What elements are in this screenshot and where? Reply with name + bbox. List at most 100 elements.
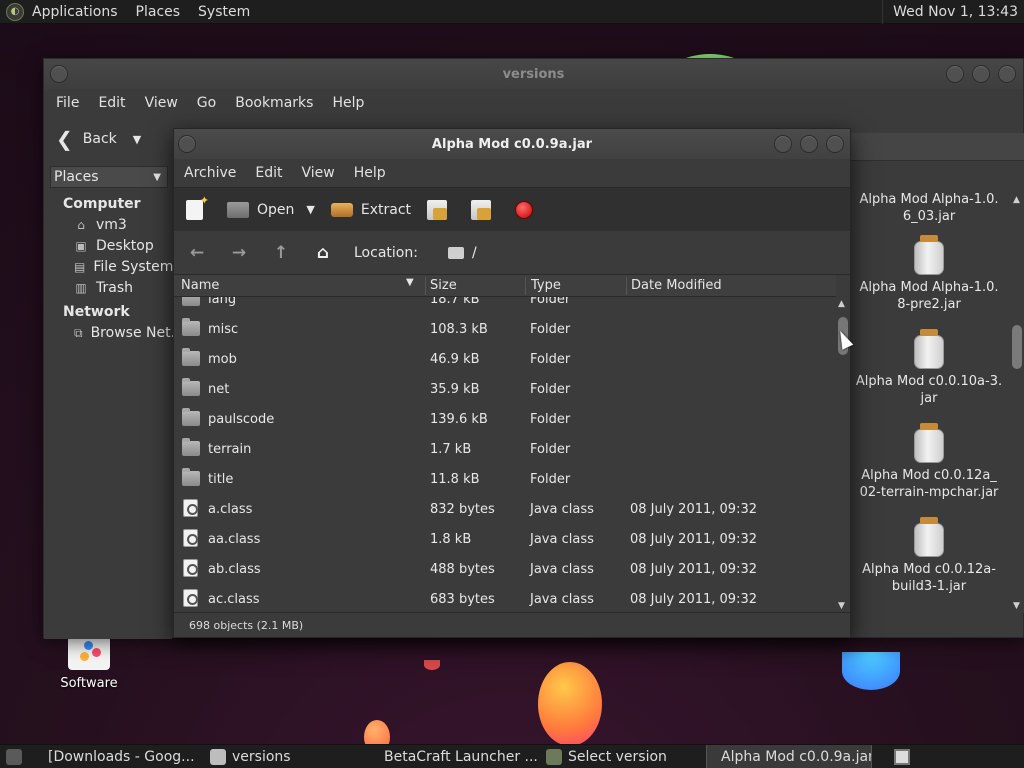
top-panel: ◐ Applications Places System Wed Nov 1, … [0, 0, 1024, 24]
wallpaper-shape [842, 652, 900, 690]
workspace-switcher[interactable] [886, 745, 936, 768]
arrow-left-icon[interactable]: ← [186, 243, 208, 263]
menu-applications[interactable]: Applications [32, 4, 118, 20]
table-row[interactable]: paulscode 139.6 kB Folder [174, 404, 836, 434]
cell-name: mob [208, 352, 237, 367]
menu-edit[interactable]: Edit [98, 95, 125, 111]
chevron-down-icon: ▼ [153, 171, 161, 183]
menu-edit[interactable]: Edit [255, 165, 282, 181]
vertical-scrollbar[interactable]: ▲ ▼ [1010, 195, 1024, 673]
scroll-down-icon[interactable]: ▼ [838, 601, 845, 611]
home-folder-icon: ⌂ [77, 218, 85, 232]
sidebar-item-browse-network[interactable]: ⧉ Browse Net... [44, 320, 184, 341]
file-item[interactable]: Alpha Mod Alpha-1.0. 8-pre2.jar [854, 235, 1004, 313]
table-row[interactable]: ac.class 683 bytes Java class 08 July 20… [174, 584, 836, 614]
menu-go[interactable]: Go [197, 95, 216, 111]
column-separator[interactable] [626, 277, 627, 295]
minimize-button[interactable] [774, 135, 792, 153]
cell-name: net [208, 382, 230, 397]
window-titlebar[interactable]: versions [44, 59, 1023, 89]
stop-button[interactable] [515, 200, 541, 219]
file-item[interactable]: Alpha Mod c0.0.10a-3. jar [854, 329, 1004, 407]
cell-name: ac.class [208, 592, 260, 607]
column-separator[interactable] [525, 277, 526, 295]
taskbar-item[interactable]: Select version [538, 745, 706, 768]
column-separator[interactable] [425, 277, 426, 295]
desktop-icon-software[interactable]: Software [52, 636, 126, 691]
add-folder-button[interactable] [471, 199, 499, 220]
extract-button[interactable]: Extract [330, 202, 411, 218]
menu-help[interactable]: Help [332, 95, 364, 111]
maximize-button[interactable] [800, 135, 818, 153]
panel-clock[interactable]: Wed Nov 1, 13:43 [882, 0, 1024, 24]
menu-system[interactable]: System [198, 4, 250, 20]
close-button[interactable] [826, 135, 844, 153]
menu-archive[interactable]: Archive [184, 165, 236, 181]
sidebar-item-vm3[interactable]: ⌂ vm3 [44, 212, 172, 233]
sidebar-item-trash[interactable]: ▥ Trash [44, 275, 172, 296]
table-row[interactable]: aa.class 1.8 kB Java class 08 July 2011,… [174, 524, 836, 554]
table-row[interactable]: a.class 832 bytes Java class 08 July 201… [174, 494, 836, 524]
menu-view[interactable]: View [145, 95, 178, 111]
menu-view[interactable]: View [302, 165, 335, 181]
column-header-type[interactable]: Type [531, 278, 561, 293]
menu-help[interactable]: Help [354, 165, 386, 181]
sort-down-icon[interactable]: ▼ [406, 277, 414, 288]
file-item-label: Alpha Mod Alpha-1.0. 6_03.jar [859, 192, 999, 224]
sidebar-item-file-system[interactable]: ▤ File System [44, 254, 173, 275]
file-item[interactable]: Alpha Mod c0.0.12a- build3-1.jar [854, 517, 1004, 595]
table-row[interactable]: terrain 1.7 kB Folder [174, 434, 836, 464]
cell-size: 108.3 kB [430, 322, 488, 337]
table-row[interactable]: mob 46.9 kB Folder [174, 344, 836, 374]
folder-icon [447, 246, 464, 259]
show-desktop-button[interactable] [0, 745, 34, 768]
add-files-button[interactable] [427, 199, 455, 220]
sidebar-item-desktop[interactable]: ▣ Desktop [44, 233, 172, 254]
scroll-up-icon[interactable]: ▲ [838, 299, 845, 309]
table-row[interactable]: ab.class 488 bytes Java class 08 July 20… [174, 554, 836, 584]
scroll-up-icon[interactable]: ▲ [1013, 195, 1020, 205]
file-item-label: Alpha Mod c0.0.12a- build3-1.jar [862, 562, 996, 594]
menu-places[interactable]: Places [136, 4, 181, 20]
cell-name: a.class [208, 502, 253, 517]
arrow-right-icon[interactable]: → [228, 243, 250, 263]
open-button[interactable]: Open ▼ [227, 201, 315, 218]
location-value[interactable]: / [472, 245, 477, 261]
arrow-up-icon[interactable]: ↑ [270, 243, 292, 263]
column-header-size[interactable]: Size [430, 278, 457, 293]
desktop-folder-icon: ▣ [75, 239, 87, 253]
file-item[interactable]: Alpha Mod c0.0.12a_ 02-terrain-mpchar.ja… [854, 423, 1004, 501]
table-row[interactable]: lang 18.7 kB Folder [174, 297, 836, 314]
window-titlebar[interactable]: Alpha Mod c0.0.9a.jar [174, 129, 850, 159]
sidebar-selector[interactable]: Places ▼ [50, 166, 168, 188]
sidebar-item-label: Trash [96, 280, 133, 296]
table-row[interactable]: misc 108.3 kB Folder [174, 314, 836, 344]
maximize-button[interactable] [972, 65, 990, 83]
location-label: Location: [354, 244, 418, 261]
taskbar-item[interactable]: BetaCraft Launcher ... [370, 745, 538, 768]
folder-icon [182, 408, 200, 426]
taskbar: [Downloads - Goog... versions BetaCraft … [0, 744, 1024, 768]
minimize-button[interactable] [946, 65, 964, 83]
column-header-name[interactable]: Name [181, 278, 219, 293]
chevron-down-icon[interactable]: ▼ [133, 133, 141, 146]
file-item[interactable]: Alpha Mod Alpha-1.0. 6_03.jar [854, 191, 1004, 225]
cell-type: Folder [530, 412, 571, 427]
taskbar-item-active[interactable]: Alpha Mod c0.0.9a.jar [706, 744, 872, 768]
close-button[interactable] [998, 65, 1016, 83]
cell-type: Java class [530, 562, 594, 577]
chevron-down-icon[interactable]: ▼ [306, 203, 314, 216]
home-icon[interactable]: ⌂ [312, 243, 334, 263]
menu-bookmarks[interactable]: Bookmarks [235, 95, 313, 111]
column-header-date[interactable]: Date Modified [631, 278, 722, 293]
scroll-down-icon[interactable]: ▼ [1013, 601, 1020, 611]
scrollbar-thumb[interactable] [1012, 325, 1022, 369]
table-row[interactable]: title 11.8 kB Folder [174, 464, 836, 494]
taskbar-item[interactable]: versions [202, 745, 370, 768]
table-row[interactable]: net 35.9 kB Folder [174, 374, 836, 404]
taskbar-item[interactable]: [Downloads - Goog... [34, 745, 202, 768]
menu-file[interactable]: File [56, 95, 79, 111]
back-button[interactable]: ❮ Back ▼ [56, 127, 141, 151]
distro-logo-icon[interactable]: ◐ [6, 2, 24, 21]
new-archive-button[interactable] [186, 194, 211, 220]
